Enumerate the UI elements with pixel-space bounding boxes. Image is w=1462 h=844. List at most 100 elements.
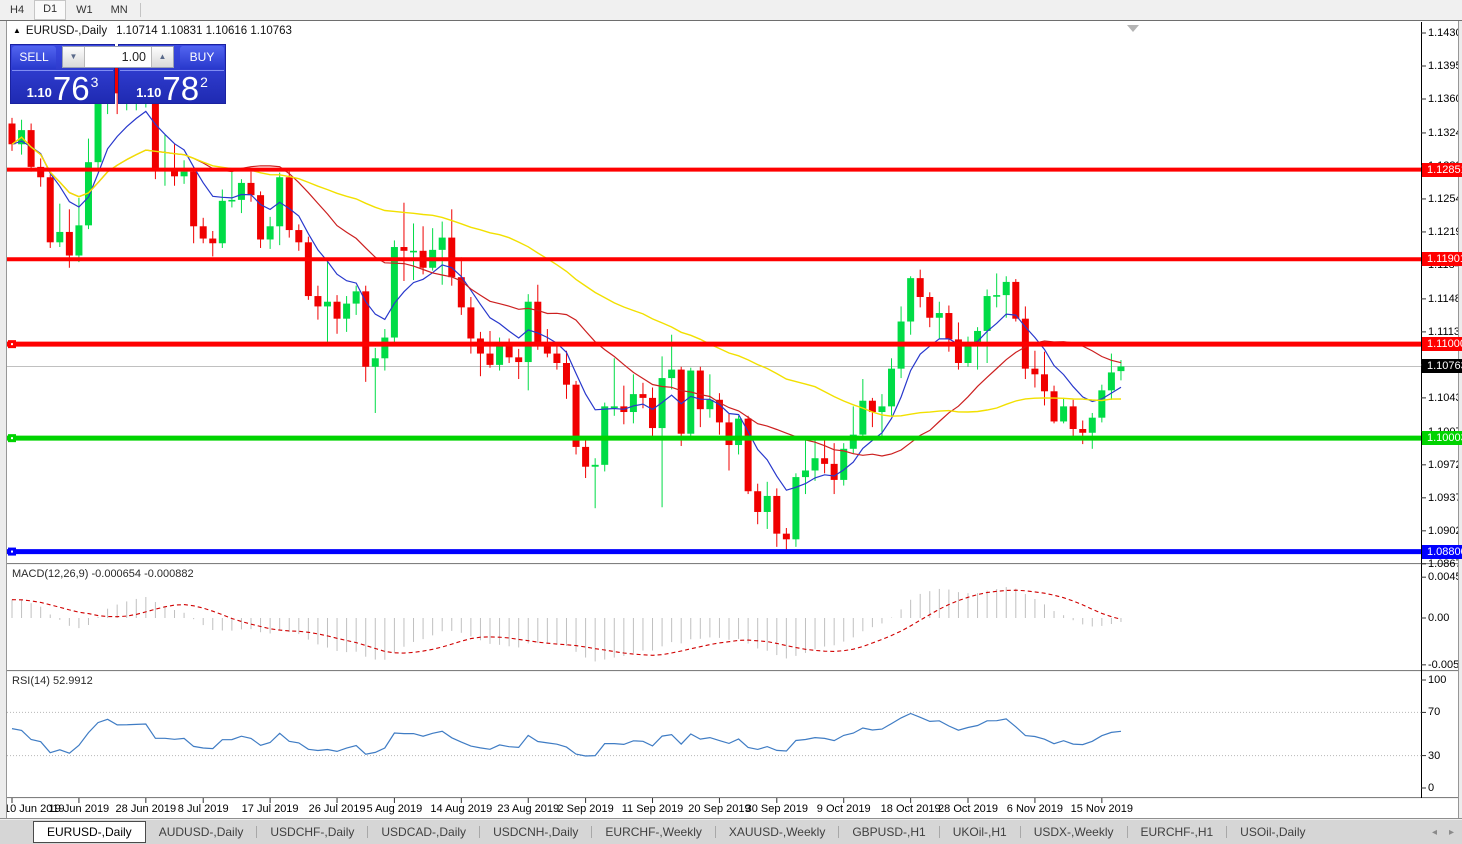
- macd-label: MACD(12,26,9) -0.000654 -0.000882: [12, 568, 194, 580]
- date-tick-label: 26 Jul 2019: [309, 803, 366, 815]
- one-click-trading-panel: SELL 1.10763 BUY 1.10782 ▼ ▲: [10, 44, 226, 104]
- buy-button[interactable]: BUY: [180, 46, 224, 69]
- price-tick-label: 1.08670: [1428, 557, 1462, 571]
- rsi-name: RSI(14): [12, 675, 50, 687]
- date-tick-label: 18 Oct 2019: [881, 803, 941, 815]
- window-bottom-border: [0, 818, 1462, 819]
- rsi-tick-label: 30: [1428, 749, 1440, 763]
- price-tick-label: 1.10430: [1428, 391, 1462, 405]
- chart-tab-usdx-weekly[interactable]: USDX-,Weekly: [1021, 821, 1127, 843]
- price-tick-label: 1.12190: [1428, 225, 1462, 239]
- tab-scroll-left-icon[interactable]: ◂: [1432, 827, 1437, 838]
- date-tick-label: 11 Sep 2019: [622, 803, 684, 815]
- chart-tab-eurchf-weekly[interactable]: EURCHF-,Weekly: [592, 821, 714, 843]
- window-right-border: [1458, 21, 1462, 819]
- chart-tab-eurchf-h1[interactable]: EURCHF-,H1: [1128, 821, 1227, 843]
- window-top-border: [0, 20, 1462, 21]
- price-tick-label: 1.11480: [1428, 292, 1462, 306]
- sell-price-prefix: 1.10: [27, 85, 52, 100]
- rsi-tick-label: 100: [1428, 673, 1446, 687]
- macd-tick-label: -0.005205: [1428, 658, 1462, 672]
- date-tick-label: 8 Jul 2019: [178, 803, 229, 815]
- collapse-triangle-icon[interactable]: ▲: [13, 26, 21, 35]
- date-tick-label: 15 Nov 2019: [1071, 803, 1133, 815]
- rsi-value: 52.9912: [53, 675, 93, 687]
- tab-scroll-right-icon[interactable]: ▸: [1449, 827, 1454, 838]
- macd-pane[interactable]: [12, 587, 1121, 661]
- volume-decrease-icon[interactable]: ▼: [63, 47, 85, 67]
- buy-price-prefix: 1.10: [136, 85, 161, 100]
- date-tick-label: 23 Aug 2019: [497, 803, 559, 815]
- date-tick-label: 17 Jul 2019: [242, 803, 299, 815]
- chart-ohlc-values: 1.10714 1.10831 1.10616 1.10763: [116, 25, 292, 37]
- chart-title: ▲ EURUSD-,Daily 1.10714 1.10831 1.10616 1.…: [13, 25, 292, 37]
- date-tick-label: 5 Aug 2019: [367, 803, 423, 815]
- rsi-tick-label: 0: [1428, 781, 1434, 795]
- chart-tab-eurusd-daily[interactable]: EURUSD-,Daily: [33, 821, 146, 843]
- chart-tab-gbpusd-h1[interactable]: GBPUSD-,H1: [839, 821, 938, 843]
- tab-scroll-arrows: ◂ ▸: [1432, 820, 1454, 844]
- rsi-pane[interactable]: [7, 712, 1421, 756]
- timeframe-button-mn[interactable]: MN: [103, 1, 136, 19]
- chart-tab-xauusd-weekly[interactable]: XAUUSD-,Weekly: [716, 821, 838, 843]
- timeframe-button-d1[interactable]: D1: [34, 0, 66, 20]
- buy-price: 1.10782: [119, 72, 225, 104]
- chart-tab-bar: EURUSD-,DailyAUDUSD-,DailyUSDCHF-,DailyU…: [0, 820, 1462, 844]
- price-tick-label: 1.12540: [1428, 192, 1462, 206]
- level-price-label[interactable]: 1.10003: [1422, 431, 1462, 445]
- chart-tab-usdchf-daily[interactable]: USDCHF-,Daily: [257, 821, 367, 843]
- sell-price-big: 76: [53, 74, 90, 104]
- current-price-label[interactable]: 1.10763: [1422, 359, 1462, 373]
- level-price-label[interactable]: 1.08800: [1422, 545, 1462, 559]
- rsi-label: RSI(14) 52.9912: [12, 675, 93, 687]
- price-tick-label: 1.09720: [1428, 458, 1462, 472]
- toolbar-separator: [140, 3, 141, 17]
- buy-price-sup: 2: [200, 74, 208, 90]
- date-tick-label: 30 Sep 2019: [746, 803, 808, 815]
- date-tick-label: 19 Jun 2019: [49, 803, 110, 815]
- buy-price-big: 78: [162, 74, 199, 104]
- chart-canvas[interactable]: [0, 0, 1462, 844]
- volume-spinner: ▼ ▲: [62, 46, 174, 68]
- chart-tab-usoil-daily[interactable]: USOil-,Daily: [1227, 821, 1318, 843]
- window-left-border: [0, 21, 7, 819]
- sell-button[interactable]: SELL: [12, 46, 56, 69]
- level-price-label[interactable]: 1.11901: [1422, 252, 1462, 266]
- chart-tab-usdcnh-daily[interactable]: USDCNH-,Daily: [480, 821, 591, 843]
- sell-price-sup: 3: [91, 74, 99, 90]
- price-tick-label: 1.13600: [1428, 92, 1462, 106]
- date-tick-label: 9 Oct 2019: [817, 803, 871, 815]
- price-tick-label: 1.14300: [1428, 26, 1462, 40]
- chart-shift-marker-icon[interactable]: [1127, 25, 1139, 32]
- rsi-tick-label: 70: [1428, 705, 1440, 719]
- macd-name: MACD(12,26,9): [12, 568, 88, 580]
- volume-increase-icon[interactable]: ▲: [151, 47, 173, 67]
- chart-symbol-label: EURUSD-,Daily: [26, 25, 107, 37]
- macd-tick-label: 0.00: [1428, 611, 1449, 625]
- candles-layer[interactable]: [9, 50, 1125, 553]
- level-price-label[interactable]: 1.12851: [1422, 163, 1462, 177]
- macd-tick-label: 0.004536: [1428, 570, 1462, 584]
- sell-price: 1.10763: [11, 72, 114, 104]
- date-tick-label: 6 Nov 2019: [1007, 803, 1063, 815]
- macd-value-main: -0.000654: [91, 568, 141, 580]
- period-toolbar: H4D1W1MN: [0, 0, 1462, 20]
- main-pane[interactable]: [7, 50, 1421, 553]
- date-tick-label: 2 Sep 2019: [557, 803, 613, 815]
- price-tick-label: 1.13950: [1428, 59, 1462, 73]
- date-tick-label: 28 Oct 2019: [938, 803, 998, 815]
- chart-tab-usdcad-daily[interactable]: USDCAD-,Daily: [368, 821, 479, 843]
- date-tick-label: 28 Jun 2019: [116, 803, 177, 815]
- price-tick-label: 1.09020: [1428, 524, 1462, 538]
- price-tick-label: 1.13240: [1428, 126, 1462, 140]
- macd-value-signal: -0.000882: [144, 568, 194, 580]
- timeframe-button-h4[interactable]: H4: [2, 1, 32, 19]
- level-price-label[interactable]: 1.11000: [1422, 337, 1462, 351]
- chart-tab-ukoil-h1[interactable]: UKOil-,H1: [940, 821, 1020, 843]
- price-tick-label: 1.09370: [1428, 491, 1462, 505]
- date-tick-label: 20 Sep 2019: [688, 803, 750, 815]
- date-tick-label: 14 Aug 2019: [430, 803, 492, 815]
- volume-input[interactable]: [85, 47, 151, 67]
- timeframe-button-w1[interactable]: W1: [68, 1, 101, 19]
- chart-tab-audusd-daily[interactable]: AUDUSD-,Daily: [146, 821, 257, 843]
